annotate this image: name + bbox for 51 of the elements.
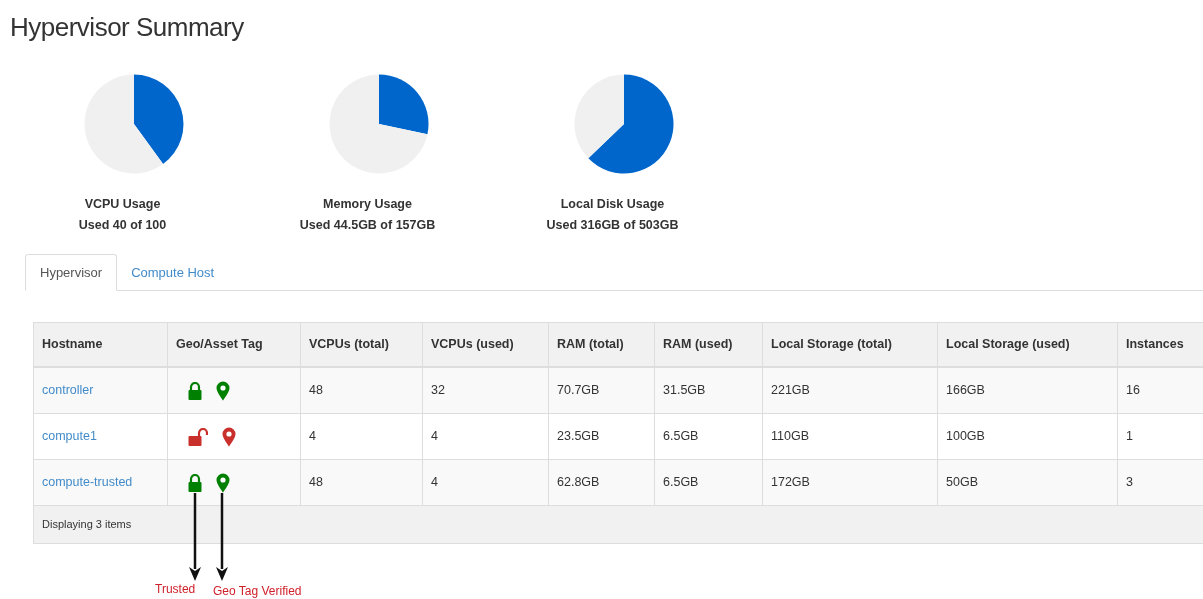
lock-icon [188, 473, 202, 492]
table-cell-text: 4 [309, 428, 316, 446]
column-header: RAM (used) [655, 323, 763, 366]
page-title: Hypervisor Summary [10, 11, 244, 44]
usage-reading: Used 40 of 100 [78, 217, 167, 234]
table-cell-text: 50GB [946, 474, 978, 492]
usage-label: Memory Usage [323, 196, 412, 213]
map-pin-icon [222, 426, 236, 447]
usage-label: VCPU Usage [84, 196, 161, 213]
annotation-label: Geo Tag Verified [213, 583, 302, 599]
unlocked-lock-icon [188, 427, 208, 446]
table-cell-text: 110GB [771, 428, 809, 446]
table-cell-text: 221GB [771, 382, 810, 400]
table-cell-text: 48 [309, 382, 323, 400]
tab[interactable]: Compute Host [117, 254, 229, 291]
column-header: VCPUs (used) [423, 323, 549, 366]
column-header: Local Storage (used) [938, 323, 1118, 366]
hostname-link[interactable]: compute-trusted [42, 473, 133, 492]
hostname-link[interactable]: controller [42, 381, 94, 400]
column-header: RAM (total) [549, 323, 655, 366]
table-footer-text: Displaying 3 items [42, 517, 132, 533]
map-pin-icon [216, 472, 230, 493]
column-header: Local Storage (total) [763, 323, 938, 366]
table-cell-text: 31.5GB [663, 382, 706, 400]
table-cell-text: 166GB [946, 382, 985, 400]
table-cell-text: 48 [309, 474, 323, 492]
table-cell-text: 4 [431, 474, 438, 492]
table-cell-text: 70.7GB [557, 382, 600, 400]
table-cell-text: 23.5GB [557, 428, 600, 446]
lock-icon [188, 381, 202, 400]
table-cell-text: 100GB [946, 428, 985, 446]
table-cell-text: 3 [1126, 474, 1133, 492]
map-pin-icon [216, 380, 230, 401]
column-header: Hostname [34, 323, 168, 366]
table-cell-text: 4 [431, 428, 438, 446]
column-header: VCPUs (total) [301, 323, 423, 366]
usage-reading: Used 316GB of 503GB [546, 217, 679, 234]
usage-reading: Used 44.5GB of 157GB [299, 217, 436, 234]
table-cell-text: 6.5GB [663, 428, 699, 446]
table-cell-text: 1 [1126, 428, 1133, 446]
table-cell-text: 172GB [771, 474, 810, 492]
table-cell-text: 32 [431, 382, 445, 400]
column-header: Geo/Asset Tag [168, 323, 301, 366]
table-cell-text: 6.5GB [663, 474, 699, 492]
annotation-label: Trusted [155, 581, 196, 598]
table-cell-text: 62.8GB [557, 474, 600, 492]
usage-label: Local Disk Usage [560, 196, 665, 213]
table-cell-text: 16 [1126, 382, 1140, 400]
hostname-link[interactable]: compute1 [42, 427, 97, 446]
column-header: Instances [1118, 323, 1203, 366]
tab[interactable]: Hypervisor [25, 254, 118, 291]
